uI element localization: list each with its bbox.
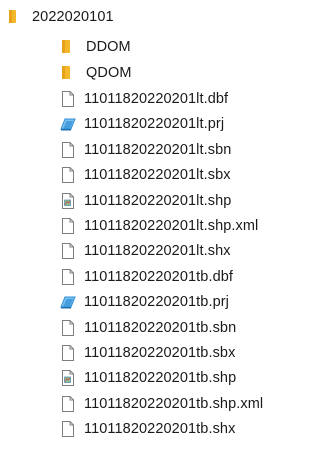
shapefile-icon	[60, 369, 76, 387]
shapefile-icon	[60, 192, 76, 210]
tree-item-label: 2022020101	[32, 9, 114, 25]
tree-item-file[interactable]: 11011820220201lt.shp	[60, 190, 231, 212]
tree-item-file[interactable]: 11011820220201tb.shx	[60, 418, 235, 440]
tree-item-file[interactable]: 11011820220201tb.sbx	[60, 342, 235, 364]
tree-item-label: 11011820220201lt.prj	[84, 116, 225, 133]
projection-file-icon	[60, 293, 76, 311]
tree-item-label: 11011820220201tb.prj	[84, 294, 229, 311]
tree-item-label: 11011820220201lt.shp.xml	[84, 218, 259, 234]
file-icon	[60, 166, 76, 184]
tree-item-label: 11011820220201tb.shx	[84, 421, 236, 438]
file-icon	[60, 242, 76, 260]
file-icon	[60, 420, 76, 438]
file-icon	[60, 395, 76, 413]
tree-item-label: 11011820220201lt.sbx	[84, 167, 231, 184]
tree-item-label: 11011820220201lt.dbf	[84, 91, 229, 107]
tree-item-label: QDOM	[86, 65, 132, 81]
tree-item-label: 11011820220201tb.sbx	[84, 345, 236, 361]
file-icon	[60, 319, 76, 337]
tree-item-root-folder[interactable]: 2022020101	[8, 6, 114, 28]
tree-item-file[interactable]: 11011820220201lt.sbn	[60, 139, 231, 161]
folder-icon	[8, 8, 18, 26]
projection-file-icon	[60, 115, 76, 133]
tree-item-folder-ddom[interactable]: DDOM	[60, 36, 131, 58]
tree-item-label: 11011820220201lt.shp	[84, 192, 232, 209]
tree-item-file[interactable]: 11011820220201lt.shx	[60, 240, 231, 262]
tree-item-file[interactable]: 11011820220201lt.sbx	[60, 164, 231, 186]
tree-item-folder-qdom[interactable]: QDOM	[60, 62, 132, 84]
file-icon	[60, 268, 76, 286]
tree-item-label: DDOM	[86, 39, 131, 55]
tree-item-label: 11011820220201tb.sbn	[84, 319, 237, 336]
tree-item-label: 11011820220201tb.shp	[84, 370, 237, 387]
tree-item-label: 11011820220201lt.sbn	[84, 141, 232, 158]
folder-icon	[60, 64, 72, 82]
tree-item-file[interactable]: 11011820220201tb.sbn	[60, 317, 236, 339]
tree-item-label: 11011820220201lt.shx	[84, 243, 231, 260]
tree-item-file[interactable]: 11011820220201tb.shp.xml	[60, 393, 263, 415]
tree-item-file[interactable]: 11011820220201lt.shp.xml	[60, 215, 258, 237]
tree-item-file[interactable]: 11011820220201lt.dbf	[60, 88, 228, 110]
file-icon	[60, 141, 76, 159]
tree-item-file[interactable]: 11011820220201tb.shp	[60, 367, 236, 389]
tree-item-file[interactable]: 11011820220201lt.prj	[60, 113, 224, 135]
file-icon	[60, 344, 76, 362]
tree-item-file[interactable]: 11011820220201tb.dbf	[60, 266, 233, 288]
tree-item-label: 11011820220201tb.shp.xml	[84, 395, 264, 412]
folder-icon	[60, 38, 72, 56]
tree-item-file[interactable]: 11011820220201tb.prj	[60, 291, 229, 313]
file-icon	[60, 90, 76, 108]
tree-item-label: 11011820220201tb.dbf	[84, 268, 234, 285]
file-icon	[60, 217, 76, 235]
